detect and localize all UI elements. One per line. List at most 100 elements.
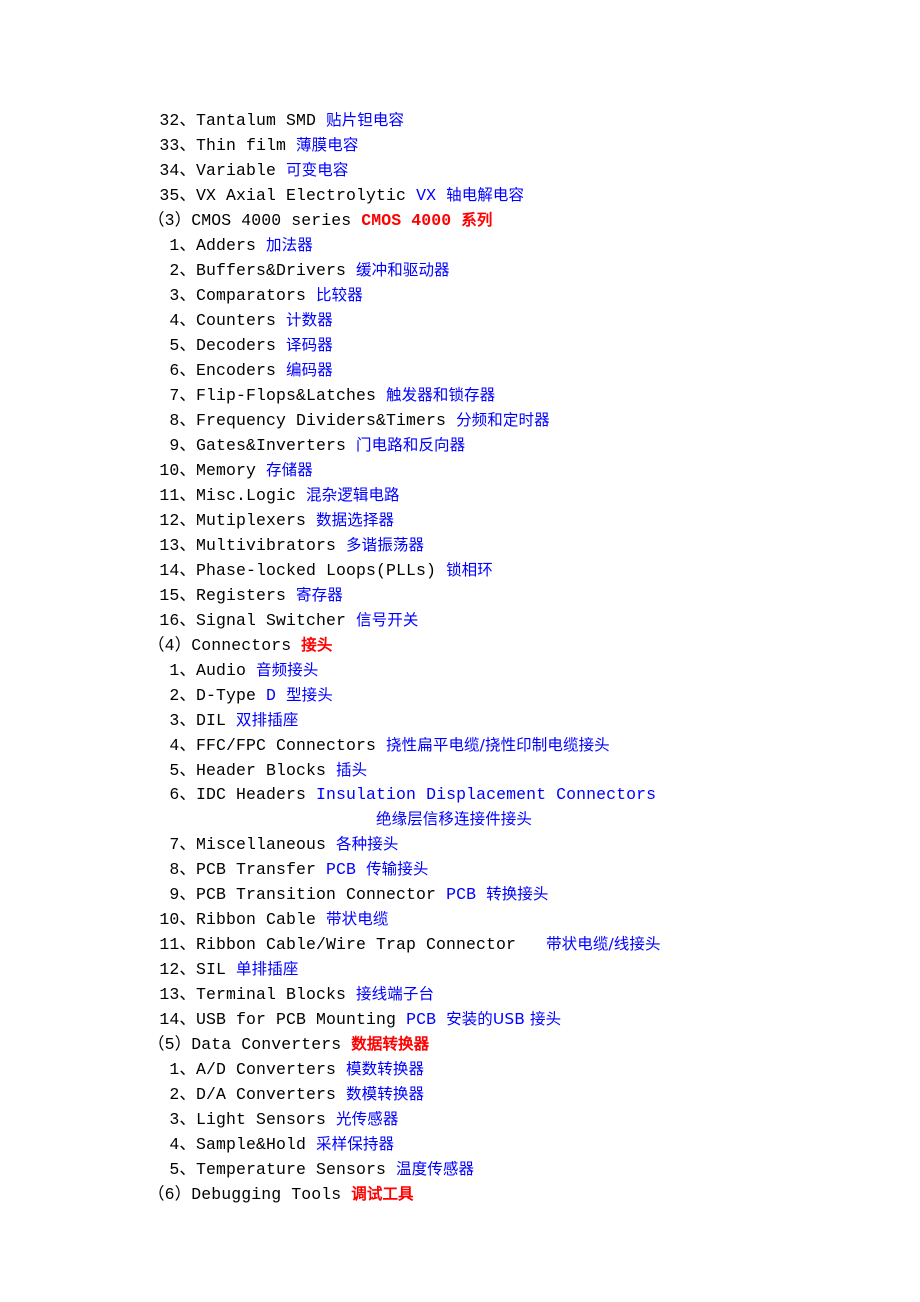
list-item: 15、Registers 寄存器 [0, 583, 920, 608]
list-item: 10、Ribbon Cable 带状电缆 [0, 907, 920, 932]
list-item-english: Encoders [196, 361, 277, 380]
list-item-number: 1、 [169, 1060, 196, 1079]
list-item: 35、VX Axial Electrolytic VX 轴电解电容 [0, 183, 920, 208]
list-item-english: Memory [196, 461, 257, 480]
list-item-chinese: 比较器 [316, 286, 363, 304]
list-item: 12、Mutiplexers 数据选择器 [0, 508, 920, 533]
list-item-english: D-Type [196, 686, 257, 705]
list-item: 4、Sample&Hold 采样保持器 [0, 1132, 920, 1157]
list-item: 2、D-Type D 型接头 [0, 683, 920, 708]
group-marker: （5） [148, 1035, 192, 1054]
list-item-number: 10、 [159, 910, 196, 929]
list-item-chinese: 接线端子台 [356, 985, 435, 1003]
list-item-english-highlight: PCB [446, 885, 477, 904]
list-item-chinese: 转换接头 [486, 885, 549, 903]
list-item-chinese: 单排插座 [236, 960, 299, 978]
list-item-english: Decoders [196, 336, 277, 355]
document-page: 32、Tantalum SMD 贴片钽电容 33、Thin film 薄膜电容 34… [0, 0, 920, 1302]
list-item-chinese: 带状电缆 [326, 910, 389, 928]
list-item-chinese: 型接头 [286, 686, 333, 704]
list-item-english: Thin film [196, 136, 287, 155]
group-heading-chinese: 数据转换器 [351, 1035, 430, 1053]
list-item-chinese: 带状电缆/线接头 [546, 935, 661, 953]
list-item-english: Misc.Logic [196, 486, 297, 505]
list-item: 14、Phase-locked Loops(PLLs) 锁相环 [0, 558, 920, 583]
list-item: 11、Ribbon Cable/Wire Trap Connector 带状电缆… [0, 932, 920, 957]
list-item: 8、PCB Transfer PCB 传输接头 [0, 857, 920, 882]
list-item-english: SIL [196, 960, 227, 979]
list-item-english: VX Axial Electrolytic [196, 186, 407, 205]
list-item: 10、Memory 存储器 [0, 458, 920, 483]
list-item-number: 12、 [159, 960, 196, 979]
list-item: 7、Flip-Flops&Latches 触发器和锁存器 [0, 383, 920, 408]
list-item: 3、Comparators 比较器 [0, 283, 920, 308]
list-item: 5、Temperature Sensors 温度传感器 [0, 1157, 920, 1182]
list-item-english: PCB Transfer [196, 860, 317, 879]
list-item: 2、D/A Converters 数模转换器 [0, 1082, 920, 1107]
list-item: 7、Miscellaneous 各种接头 [0, 832, 920, 857]
list-item-english: Miscellaneous [196, 835, 327, 854]
list-item-english: FFC/FPC Connectors [196, 736, 377, 755]
list-item-english: A/D Converters [196, 1060, 337, 1079]
list-item: 16、Signal Switcher 信号开关 [0, 608, 920, 633]
list-item: 11、Misc.Logic 混杂逻辑电路 [0, 483, 920, 508]
list-item-chinese: 锁相环 [446, 561, 493, 579]
list-item-english: Signal Switcher [196, 611, 347, 630]
list-item-number: 15、 [159, 586, 196, 605]
list-item: 4、Counters 计数器 [0, 308, 920, 333]
list-item-number: 7、 [169, 835, 196, 854]
group-heading-english: CMOS 4000 series [191, 211, 352, 230]
list-item-number: 4、 [169, 1135, 196, 1154]
group-heading-english: Debugging Tools [191, 1185, 342, 1204]
list-item-english: Ribbon Cable/Wire Trap Connector [196, 935, 517, 954]
group-marker: （6） [148, 1185, 192, 1204]
list-item: 14、USB for PCB Mounting PCB 安装的USB 接头 [0, 1007, 920, 1032]
list-item-english-expansion: Insulation Displacement Connectors [316, 785, 657, 804]
list-item-chinese: 绝缘层信移连接件接头 [376, 810, 533, 828]
group-heading-english-highlight: CMOS 4000 [361, 211, 452, 230]
list-item-number: 3、 [169, 711, 196, 730]
group-heading-english: Data Converters [191, 1035, 342, 1054]
list-item: 32、Tantalum SMD 贴片钽电容 [0, 108, 920, 133]
list-item-chinese: 双排插座 [236, 711, 299, 729]
list-item: 1、A/D Converters 模数转换器 [0, 1057, 920, 1082]
list-item-chinese: 贴片钽电容 [326, 111, 405, 129]
list-item-chinese: 数模转换器 [346, 1085, 425, 1103]
list-item-number: 2、 [169, 686, 196, 705]
list-item-number: 1、 [169, 236, 196, 255]
list-item-number: 10、 [159, 461, 196, 480]
list-item-english: D/A Converters [196, 1085, 337, 1104]
list-item-chinese: 译码器 [286, 336, 333, 354]
list-item-english: Temperature Sensors [196, 1160, 387, 1179]
list-item-number: 13、 [159, 536, 196, 555]
list-item-chinese: 轴电解电容 [446, 186, 525, 204]
list-item-chinese: 加法器 [266, 236, 313, 254]
list-item-chinese: 音频接头 [256, 661, 319, 679]
list-item-chinese: 薄膜电容 [296, 136, 359, 154]
list-item: 12、SIL 单排插座 [0, 957, 920, 982]
list-item-chinese: 门电路和反向器 [356, 436, 466, 454]
list-item: 3、DIL 双排插座 [0, 708, 920, 733]
list-item-number: 9、 [169, 885, 196, 904]
list-item: 2、Buffers&Drivers 缓冲和驱动器 [0, 258, 920, 283]
list-item-number: 4、 [169, 736, 196, 755]
list-item-number: 5、 [169, 336, 196, 355]
list-item-number: 12、 [159, 511, 196, 530]
group-heading: （4）Connectors 接头 [0, 633, 920, 658]
list-item-chinese: 寄存器 [296, 586, 343, 604]
list-item: 8、Frequency Dividers&Timers 分频和定时器 [0, 408, 920, 433]
list-item: 9、Gates&Inverters 门电路和反向器 [0, 433, 920, 458]
